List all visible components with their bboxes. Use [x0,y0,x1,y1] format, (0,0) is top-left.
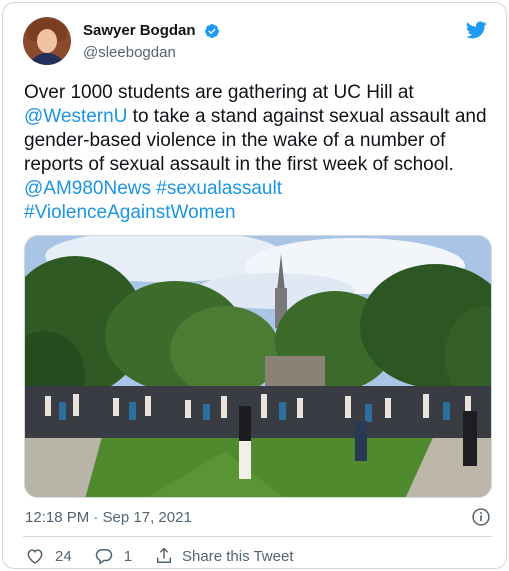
tweet-photo[interactable] [24,235,492,498]
info-icon[interactable] [471,507,491,527]
verified-badge-icon [204,23,219,38]
tweet-text-part: Over 1000 students are gathering at UC H… [24,82,414,103]
like-count: 24 [55,547,72,565]
crowd-photo-image [25,236,491,497]
tweet-timestamp[interactable]: 12:18 PM · Sep 17, 2021 [25,509,192,526]
author-name[interactable]: Sawyer Bogdan [83,22,196,39]
divider [23,536,492,537]
like-button[interactable]: 24 [25,546,72,566]
author-name-row[interactable]: Sawyer Bogdan [83,22,220,40]
hashtag-sexualassault-link[interactable]: #sexualassault [156,178,282,199]
tweet-actions: 24 1 Share this Tweet [25,545,315,567]
author-handle[interactable]: @sleebogdan [83,44,176,61]
reply-button[interactable]: 1 [94,546,132,566]
tweet-card[interactable]: Sawyer Bogdan @sleebogdan Over 1000 stud… [2,2,507,569]
share-icon [157,547,172,563]
mention-am980news-link[interactable]: @AM980News [24,178,151,199]
share-label: Share this Tweet [182,547,294,565]
avatar[interactable] [23,17,71,65]
twitter-bird-icon[interactable] [463,19,489,41]
hashtag-violenceagainstwomen-link[interactable]: #ViolenceAgainstWomen [24,202,236,223]
tweet-text: Over 1000 students are gathering at UC H… [24,81,494,225]
reply-bubble-icon [95,549,112,565]
reply-count: 1 [123,547,133,565]
share-button[interactable]: Share this Tweet [154,546,293,566]
heart-icon [27,549,43,564]
mention-westernu-link[interactable]: @WesternU [24,106,127,127]
